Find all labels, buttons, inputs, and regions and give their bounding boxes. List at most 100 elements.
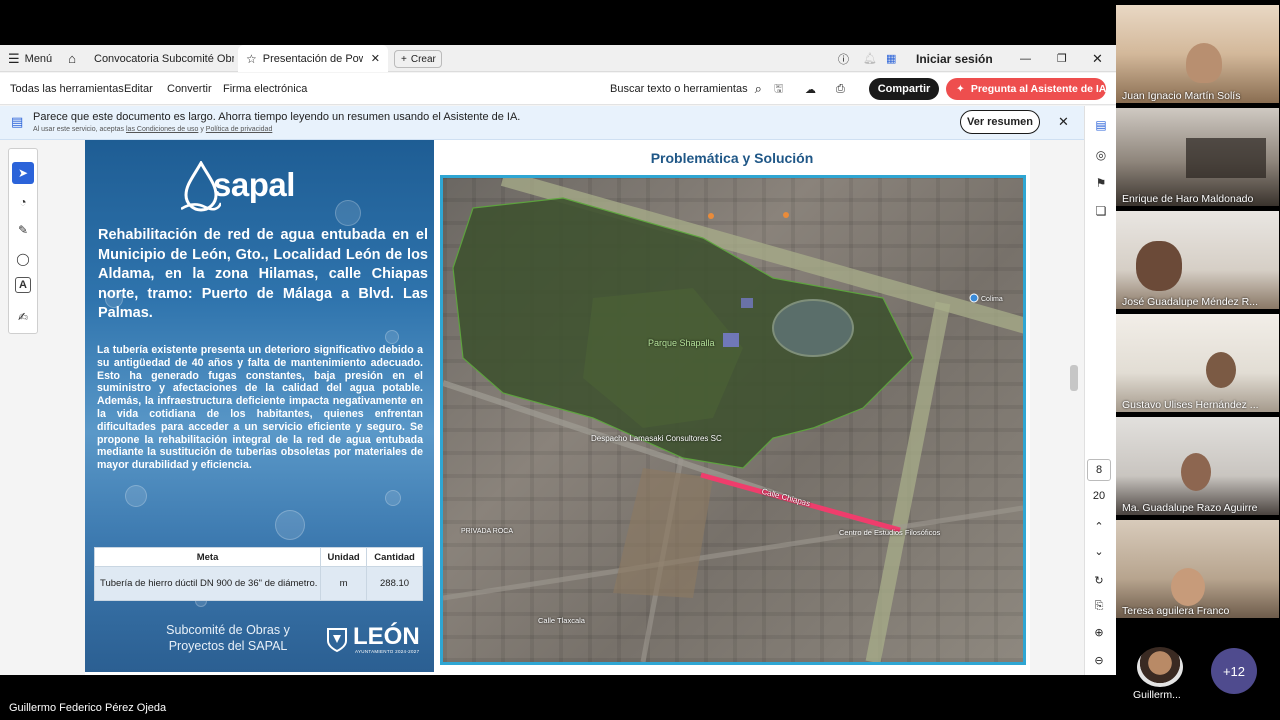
map-label-place: Centro de Estudios Filosóficos — [839, 528, 941, 537]
table-cell-cantidad: 288.10 — [366, 566, 423, 601]
current-page-field[interactable]: 8 — [1087, 459, 1111, 481]
menu-button[interactable]: ☰ Menú — [8, 45, 53, 72]
participant-name: Enrique de Haro Maldonado — [1122, 193, 1254, 205]
participant-video — [1206, 352, 1236, 388]
project-description: La tubería existente presenta un deterio… — [97, 344, 423, 472]
participant-name: Ma. Guadalupe Razo Aguirre — [1122, 502, 1258, 514]
page-fit-icon[interactable]: ⎘ — [1087, 595, 1111, 617]
tab-presentacion[interactable]: ☆ Presentación de Pow... ✕ — [238, 45, 388, 72]
privacy-link[interactable]: Política de privacidad — [206, 126, 273, 133]
slide-section-title: Problemática y Solución — [650, 150, 814, 166]
chevron-down-icon[interactable]: ⌄ — [1087, 540, 1111, 562]
goals-table: Meta Unidad Cantidad Tubería de hierro d… — [93, 547, 423, 601]
tab-bar: ☰ Menú ⌂ Convocatoria Subcomité Obr... ☆… — [0, 45, 1116, 72]
edit-menu[interactable]: Editar — [124, 73, 153, 105]
participant-video — [1171, 568, 1205, 606]
ai-summary-icon[interactable]: ▤ — [1090, 114, 1112, 136]
leon-logo-subtext: AYUNTAMIENTO 2024-2027 — [355, 649, 420, 654]
participant-tile[interactable]: Teresa aguilera Franco — [1116, 520, 1279, 618]
tab-convocatoria[interactable]: Convocatoria Subcomité Obr... — [88, 45, 234, 72]
participant-video — [1186, 43, 1222, 83]
bookmarks-icon[interactable]: ⚑ — [1090, 172, 1112, 194]
participant-video — [1136, 241, 1182, 291]
participant-avatar[interactable] — [1137, 647, 1183, 687]
print-icon[interactable]: ⎙ — [836, 73, 852, 105]
map-label-street2: Calle Tlaxcala — [538, 616, 585, 625]
presenter-name: Guillermo Federico Pérez Ojeda — [9, 702, 167, 714]
restore-icon[interactable]: ❐ — [1057, 45, 1071, 72]
participant-tile[interactable]: Ma. Guadalupe Razo Aguirre — [1116, 417, 1279, 515]
close-window-icon[interactable]: ✕ — [1092, 45, 1106, 72]
participant-name: Juan Ignacio Martín Solís — [1122, 90, 1241, 102]
water-bubble — [385, 330, 399, 344]
map-label-park: Parque Shapalla — [648, 338, 715, 348]
participant-tile[interactable]: José Guadalupe Méndez R... — [1116, 211, 1279, 309]
map-label-privada: PRIVADA ROCA — [461, 528, 513, 535]
map-label-corner: Colima — [981, 296, 1003, 303]
apps-grid-icon[interactable]: ▦ — [886, 45, 904, 72]
water-bubble — [275, 510, 305, 540]
save-icon[interactable]: 🖫 — [774, 73, 790, 105]
total-pages: 20 — [1092, 490, 1106, 502]
bell-icon[interactable]: 🔔︎ — [863, 45, 881, 72]
main-toolbar: Todas las herramientas Editar Convertir … — [0, 73, 1116, 105]
home-icon: ⌂ — [68, 51, 76, 66]
sapal-logo-text: sapal — [213, 166, 295, 203]
new-tab-button[interactable]: + Crear — [394, 50, 442, 68]
close-tab-icon[interactable]: ✕ — [371, 52, 380, 65]
ai-summary-notice: ▤ Parece que este documento es largo. Ah… — [0, 106, 1116, 140]
more-participants-button[interactable]: +12 — [1211, 648, 1257, 694]
vertical-scrollbar-thumb[interactable] — [1070, 365, 1078, 391]
zoom-out-icon[interactable]: ⊖ — [1087, 649, 1111, 671]
footer-committee-text: Subcomité de Obras y Proyectos del SAPAL — [166, 623, 290, 653]
upload-cloud-icon[interactable]: ☁ — [805, 73, 821, 105]
sign-in-button[interactable]: Iniciar sesión — [916, 45, 996, 72]
ai-assistant-button[interactable]: ✦ Pregunta al Asistente de IA — [946, 78, 1106, 100]
satellite-map: Parque Shapalla Despacho Lamasaki Consul… — [440, 175, 1026, 665]
comment-icon[interactable]: ◔ — [12, 191, 34, 213]
slide-page: sapal Rehabilitación de red de agua entu… — [85, 140, 1030, 675]
table-header-cantidad: Cantidad — [366, 547, 423, 567]
table-header-unidad: Unidad — [320, 547, 368, 567]
lasso-icon[interactable]: ◯ — [12, 248, 34, 270]
table-cell-unidad: m — [320, 566, 368, 601]
close-notice-icon[interactable]: ✕ — [1058, 114, 1069, 130]
participant-avatar-name: Guillerm... — [1133, 689, 1181, 701]
map-overlay — [443, 178, 1023, 662]
pages-panel-icon[interactable]: ❏ — [1090, 200, 1112, 222]
pen-icon[interactable]: ✎ — [12, 219, 34, 241]
participant-tile[interactable]: Juan Ignacio Martín Solís — [1116, 5, 1279, 103]
share-button[interactable]: Compartir — [869, 78, 939, 100]
search-tools[interactable]: Buscar texto o herramientas ⌕ — [610, 73, 762, 105]
participant-tile[interactable]: Gustavo Ulises Hernández ... — [1116, 314, 1279, 412]
rotate-icon[interactable]: ↻ — [1087, 569, 1111, 591]
text-box-icon[interactable]: A — [15, 277, 31, 293]
chevron-up-icon[interactable]: ⌃ — [1087, 515, 1111, 537]
plus-icon: + — [401, 53, 407, 65]
home-button[interactable]: ⌂ — [62, 45, 82, 72]
leon-logo-text: LEÓN — [353, 623, 420, 650]
signature-icon[interactable]: ✍ — [12, 306, 34, 328]
convert-menu[interactable]: Convertir — [167, 73, 212, 105]
minimize-icon[interactable]: — — [1020, 45, 1034, 72]
hamburger-icon: ☰ — [8, 50, 20, 66]
table-header-meta: Meta — [93, 547, 322, 567]
terms-link[interactable]: las Condiciones de uso — [126, 126, 198, 133]
zoom-in-icon[interactable]: ⊕ — [1087, 621, 1111, 643]
all-tools-menu[interactable]: Todas las herramientas — [10, 73, 124, 105]
project-title: Rehabilitación de red de agua entubada e… — [98, 227, 428, 321]
select-cursor-icon[interactable]: ➤ — [12, 162, 34, 184]
comments-panel-icon[interactable]: ◎ — [1090, 144, 1112, 166]
participant-name: José Guadalupe Méndez R... — [1122, 296, 1258, 308]
water-bubble — [335, 200, 361, 226]
view-summary-button[interactable]: Ver resumen — [960, 110, 1040, 134]
water-bubble — [385, 490, 401, 506]
participant-tile[interactable]: Enrique de Haro Maldonado — [1116, 108, 1279, 206]
ai-chat-icon: ✦ — [956, 83, 965, 95]
notice-subtext: Al usar este servicio, aceptas las Condi… — [33, 126, 273, 133]
esign-menu[interactable]: Firma electrónica — [223, 73, 307, 105]
star-icon[interactable]: ☆ — [246, 52, 257, 66]
help-icon[interactable]: ⓘ — [838, 45, 856, 72]
slide-info-panel: sapal Rehabilitación de red de agua entu… — [85, 140, 434, 672]
participant-video — [1186, 138, 1266, 178]
